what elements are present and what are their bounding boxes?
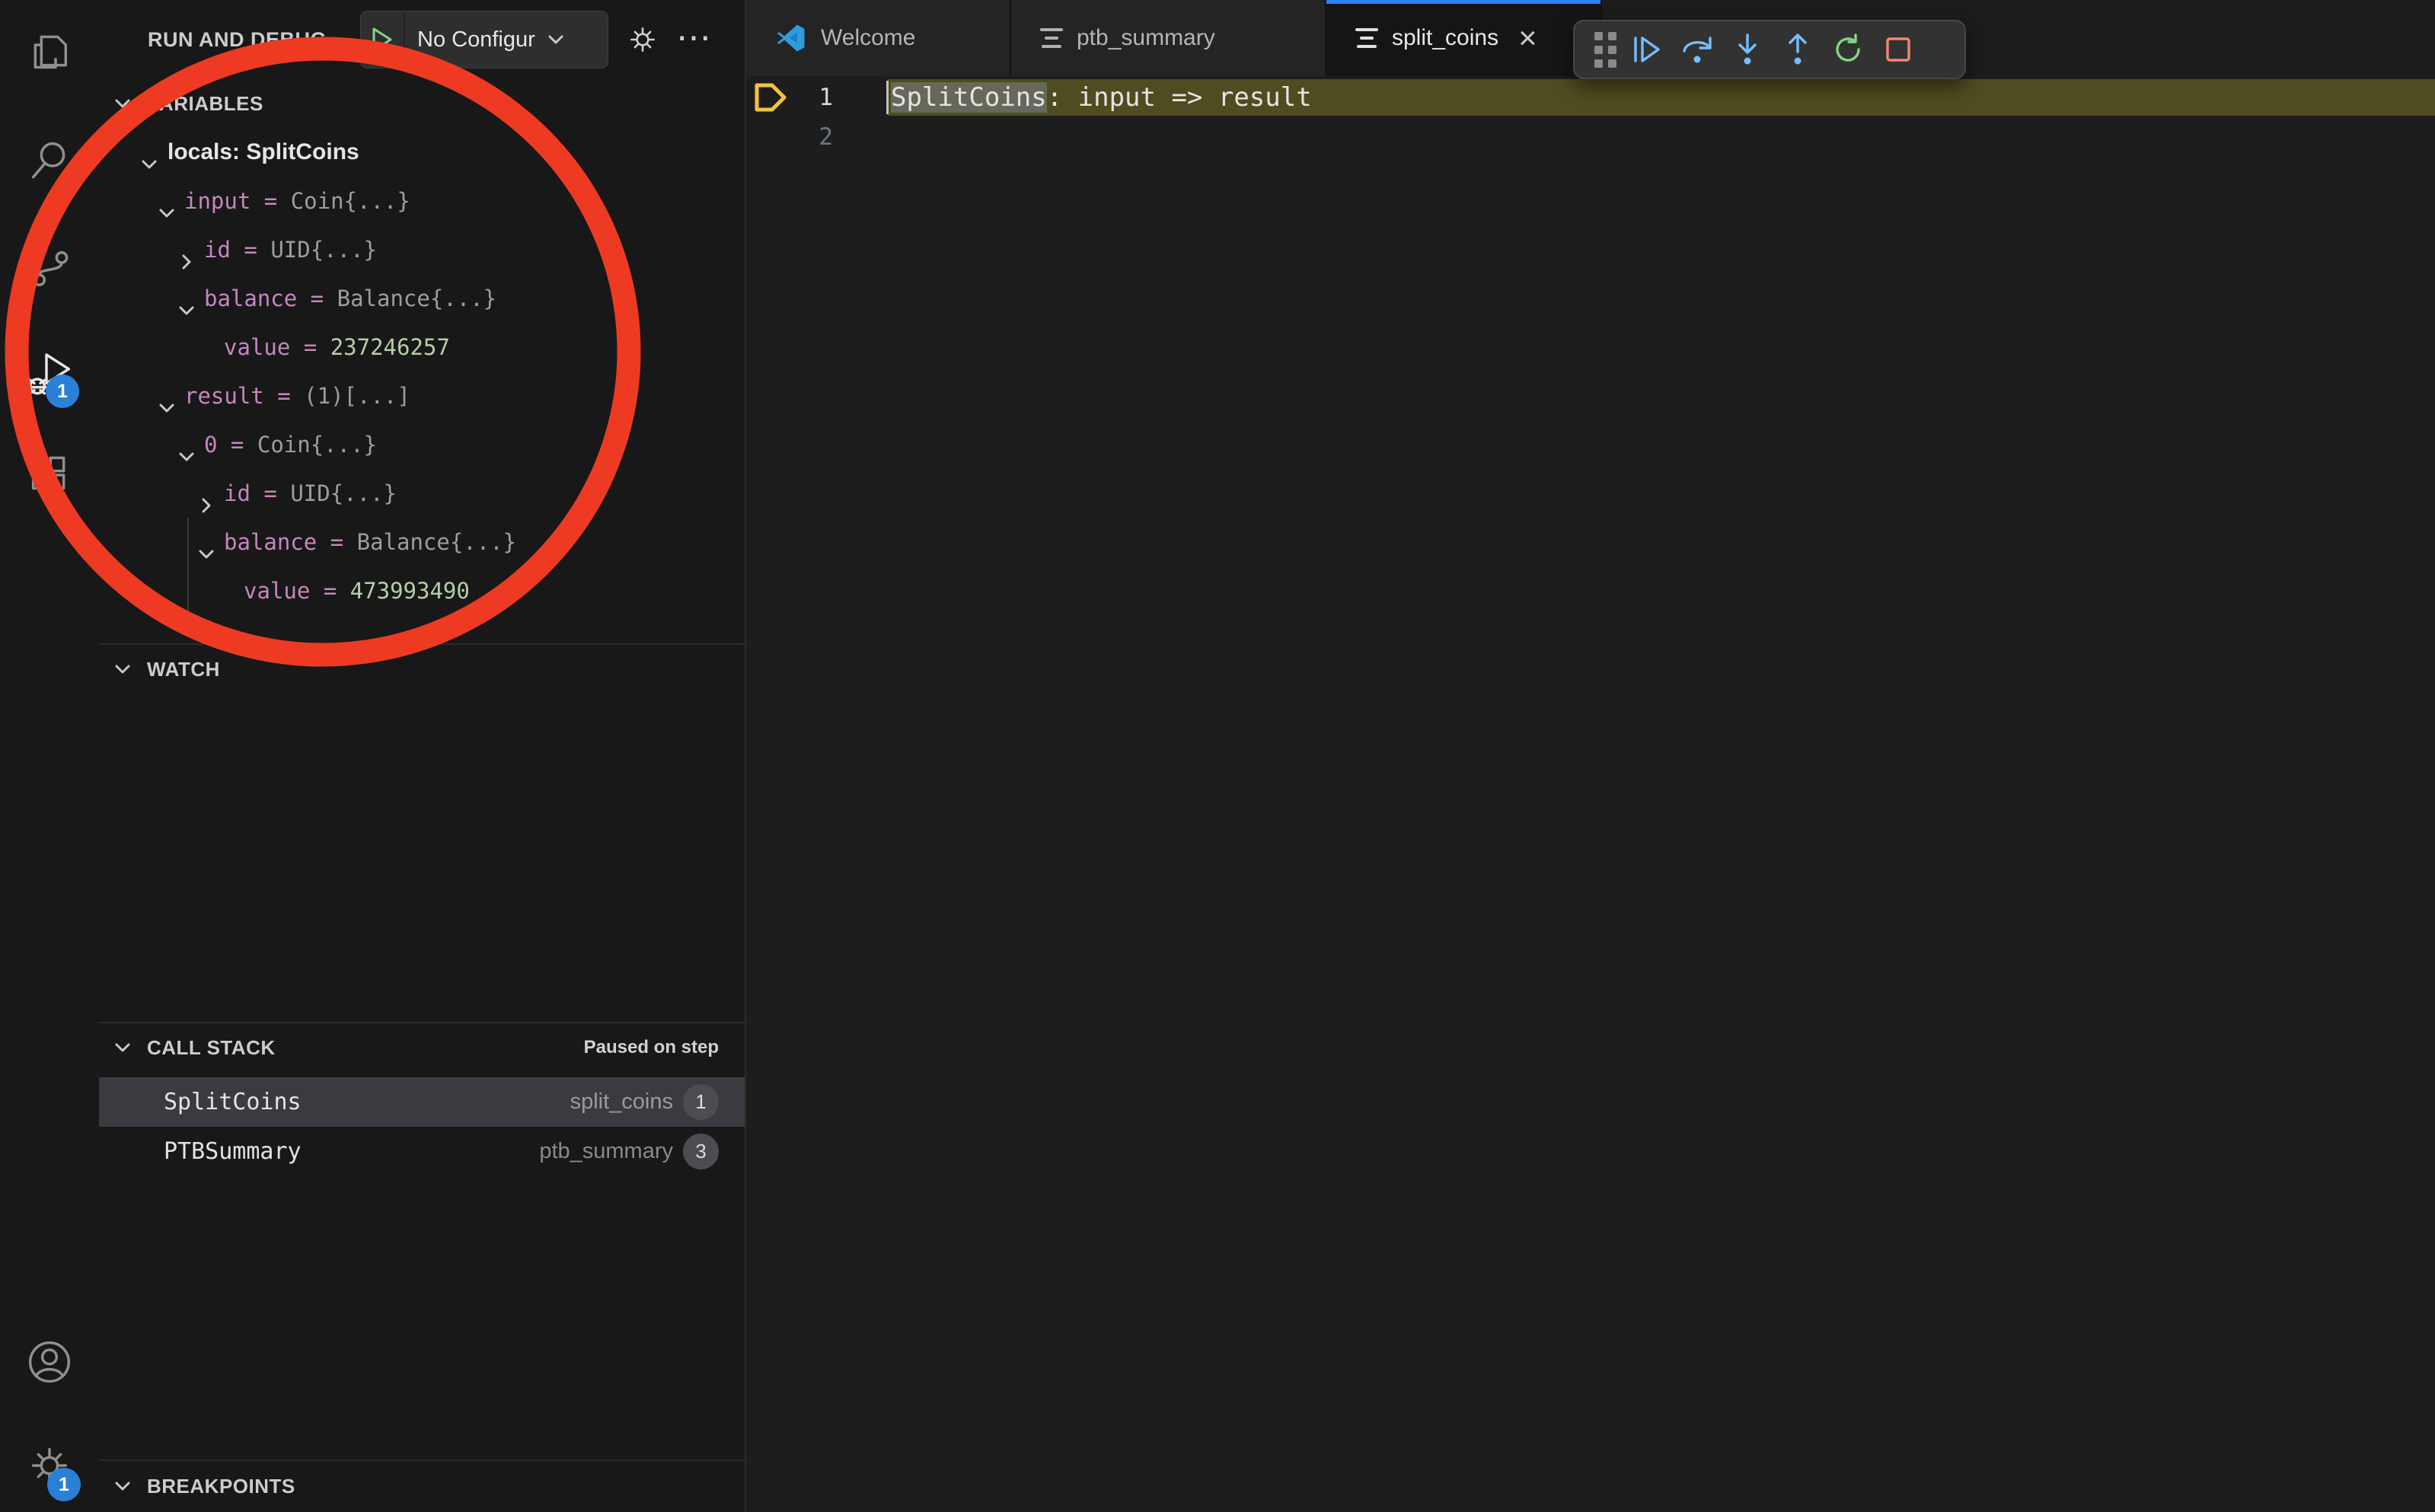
highlighted-token: SplitCoins — [891, 82, 1047, 113]
file-list-icon — [1355, 28, 1378, 48]
frame-name: PTBSummary — [164, 1127, 302, 1176]
activity-bar: 1 1 — [0, 0, 101, 1512]
sidebar-title: RUN AND DEBUG — [148, 0, 327, 79]
call-stack-section-header[interactable]: CALL STACK Paused on step — [99, 1023, 745, 1072]
tab-split-coins[interactable]: split_coins × — [1326, 0, 1602, 76]
debug-config-button[interactable]: No Configur — [360, 11, 608, 69]
chevron-down-icon — [546, 30, 566, 49]
debug-settings-gear-icon[interactable] — [626, 23, 659, 56]
tab-label: ptb_summary — [1077, 25, 1215, 51]
watch-label: WATCH — [147, 645, 220, 694]
chevron-right-icon[interactable] — [196, 483, 216, 503]
chevron-down-icon[interactable] — [139, 142, 159, 162]
tree-row-result[interactable]: result = (1)[...] — [99, 372, 745, 420]
debug-continue-button[interactable] — [1622, 24, 1672, 75]
vscode-logo-icon — [775, 22, 807, 54]
tab-welcome[interactable]: Welcome — [746, 0, 1011, 76]
frame-source: split_coins — [570, 1077, 673, 1127]
variables-section-header[interactable]: VARIABLES — [99, 79, 745, 128]
editor-group: Welcome ptb_summary split_coins × 1 2 Sp… — [746, 0, 2435, 1512]
chevron-right-icon[interactable] — [177, 240, 196, 260]
chevron-down-icon — [113, 94, 132, 113]
debug-restart-button[interactable] — [1823, 24, 1873, 75]
debug-toolbar — [1573, 20, 1966, 79]
debug-step-out-button[interactable] — [1773, 24, 1823, 75]
tree-row-input-id[interactable]: id = UID{...} — [99, 225, 745, 274]
settings-count-badge: 1 — [47, 1468, 81, 1501]
active-tab-accent — [1326, 0, 1600, 4]
tree-row-result-0[interactable]: 0 = Coin{...} — [99, 420, 745, 469]
chevron-down-icon[interactable] — [157, 191, 177, 211]
tab-label: split_coins — [1392, 25, 1498, 51]
section-divider — [99, 1459, 745, 1461]
tree-row-input-balance-value[interactable]: value = 237246257 — [99, 323, 745, 372]
frame-line-badge: 3 — [683, 1134, 719, 1169]
chevron-down-icon — [113, 1476, 132, 1496]
more-actions-icon[interactable]: ⋯ — [676, 0, 711, 79]
text-cursor — [886, 81, 889, 114]
debug-count-badge: 1 — [46, 375, 79, 408]
paused-status: Paused on step — [584, 1023, 719, 1072]
tree-row-result-0-balance[interactable]: balance = Balance{...} — [99, 518, 745, 566]
tree-row-scope[interactable]: locals: SplitCoins — [99, 128, 745, 177]
start-debug-icon[interactable] — [361, 12, 405, 67]
code-line[interactable]: SplitCoins: input => result — [891, 79, 1312, 116]
line-number: 1 — [792, 79, 833, 116]
chevron-down-icon[interactable] — [196, 532, 216, 552]
run-and-debug-sidebar: RUN AND DEBUG No Configur ⋯ VARIABLES — [99, 0, 746, 1512]
debug-step-over-button[interactable] — [1672, 24, 1722, 75]
chevron-down-icon — [113, 1038, 132, 1057]
debug-step-into-button[interactable] — [1722, 24, 1773, 75]
tab-ptb-summary[interactable]: ptb_summary — [1011, 0, 1326, 76]
frame-line-badge: 1 — [683, 1084, 719, 1120]
call-stack-frame[interactable]: PTBSummary ptb_summary 3 — [99, 1127, 745, 1176]
frame-source: ptb_summary — [539, 1127, 673, 1176]
tree-row-result-0-id[interactable]: id = UID{...} — [99, 469, 745, 518]
call-stack-frame[interactable]: SplitCoins split_coins 1 — [99, 1077, 745, 1127]
watch-section-header[interactable]: WATCH — [99, 645, 745, 694]
debug-stop-button[interactable] — [1873, 24, 1923, 75]
debug-step-marker-icon — [754, 82, 787, 116]
debug-config-label: No Configur — [417, 27, 535, 53]
vscode-window: 1 1 RUN AND DEBUG No Configur — [0, 0, 2435, 1512]
close-icon[interactable]: × — [1518, 22, 1537, 54]
variables-label: VARIABLES — [147, 79, 263, 128]
chevron-down-icon[interactable] — [157, 386, 177, 406]
call-stack-label: CALL STACK — [147, 1023, 276, 1072]
tab-label: Welcome — [821, 25, 915, 51]
grip-dots-icon — [1594, 32, 1616, 68]
file-list-icon — [1040, 28, 1063, 48]
chevron-down-icon[interactable] — [177, 435, 196, 455]
sidebar-header: RUN AND DEBUG No Configur ⋯ — [99, 0, 745, 79]
search-icon[interactable] — [25, 136, 74, 184]
code-text: : input => result — [1047, 82, 1312, 113]
toolbar-drag-handle[interactable] — [1588, 24, 1622, 75]
breakpoints-label: BREAKPOINTS — [147, 1462, 295, 1510]
chevron-down-icon — [113, 659, 132, 679]
tree-row-input-balance[interactable]: balance = Balance{...} — [99, 274, 745, 323]
frame-name: SplitCoins — [164, 1077, 302, 1127]
chevron-down-icon[interactable] — [177, 289, 196, 308]
line-number: 2 — [792, 119, 833, 155]
source-control-icon[interactable] — [25, 241, 74, 290]
explorer-icon[interactable] — [25, 27, 74, 75]
extensions-icon[interactable] — [25, 451, 74, 499]
breakpoints-section-header[interactable]: BREAKPOINTS — [99, 1462, 745, 1510]
account-icon[interactable] — [25, 1338, 74, 1386]
tree-row-input[interactable]: input = Coin{...} — [99, 177, 745, 225]
tree-row-result-0-balance-value[interactable]: value = 473993490 — [99, 566, 745, 615]
